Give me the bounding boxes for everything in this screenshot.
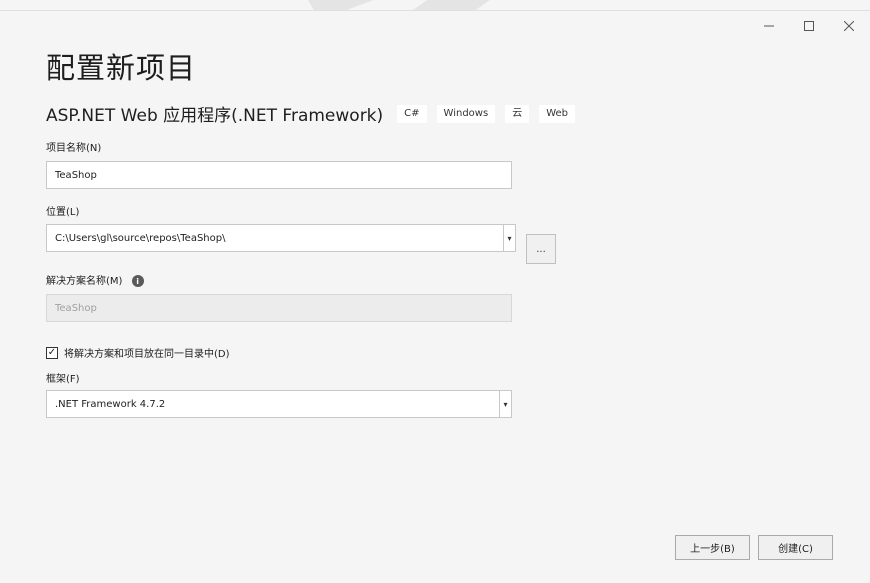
create-button[interactable]: 创建(C) xyxy=(758,535,833,560)
project-name-label: 项目名称(N) xyxy=(46,143,102,154)
framework-label: 框架(F) xyxy=(46,374,80,385)
solution-name-label-row: 解决方案名称(M) i xyxy=(46,272,144,287)
location-value: C:\Users\gl\source\repos\TeaShop\ xyxy=(55,232,226,244)
solution-name-value: TeaShop xyxy=(55,302,97,314)
page-title: 配置新项目 xyxy=(46,51,197,85)
project-type-row: ASP.NET Web 应用程序(.NET Framework) C# Wind… xyxy=(46,101,575,126)
chevron-down-icon[interactable]: ▾ xyxy=(503,225,515,251)
solution-name-label: 解决方案名称(M) xyxy=(46,276,123,287)
maximize-icon[interactable] xyxy=(798,15,820,37)
tag-web: Web xyxy=(539,104,575,123)
project-type-name: ASP.NET Web 应用程序(.NET Framework) xyxy=(46,106,384,126)
back-button[interactable]: 上一步(B) xyxy=(675,535,750,560)
project-name-input[interactable]: TeaShop xyxy=(46,161,512,189)
browse-button[interactable]: ... xyxy=(526,234,556,264)
project-name-value: TeaShop xyxy=(55,169,97,181)
solution-name-input: TeaShop xyxy=(46,294,512,322)
location-combobox[interactable]: C:\Users\gl\source\repos\TeaShop\ ▾ xyxy=(46,224,516,252)
framework-value: .NET Framework 4.7.2 xyxy=(55,398,166,410)
tag-cloud: 云 xyxy=(505,104,530,123)
location-label: 位置(L) xyxy=(46,207,80,218)
framework-select[interactable]: .NET Framework 4.7.2 ▾ xyxy=(46,390,512,418)
window-controls xyxy=(758,15,860,37)
chevron-down-icon[interactable]: ▾ xyxy=(499,391,511,417)
close-icon[interactable] xyxy=(838,15,860,37)
same-dir-option[interactable]: ✓ 将解决方案和项目放在同一目录中(D) xyxy=(46,345,230,360)
tag-platform: Windows xyxy=(436,104,496,123)
same-dir-checkbox-label: 将解决方案和项目放在同一目录中(D) xyxy=(64,349,230,360)
tag-language: C# xyxy=(397,104,427,123)
minimize-icon[interactable] xyxy=(758,15,780,37)
same-dir-checkbox[interactable]: ✓ xyxy=(46,346,58,359)
dialog-window: 配置新项目 ASP.NET Web 应用程序(.NET Framework) C… xyxy=(0,10,870,583)
info-icon[interactable]: i xyxy=(131,275,144,287)
